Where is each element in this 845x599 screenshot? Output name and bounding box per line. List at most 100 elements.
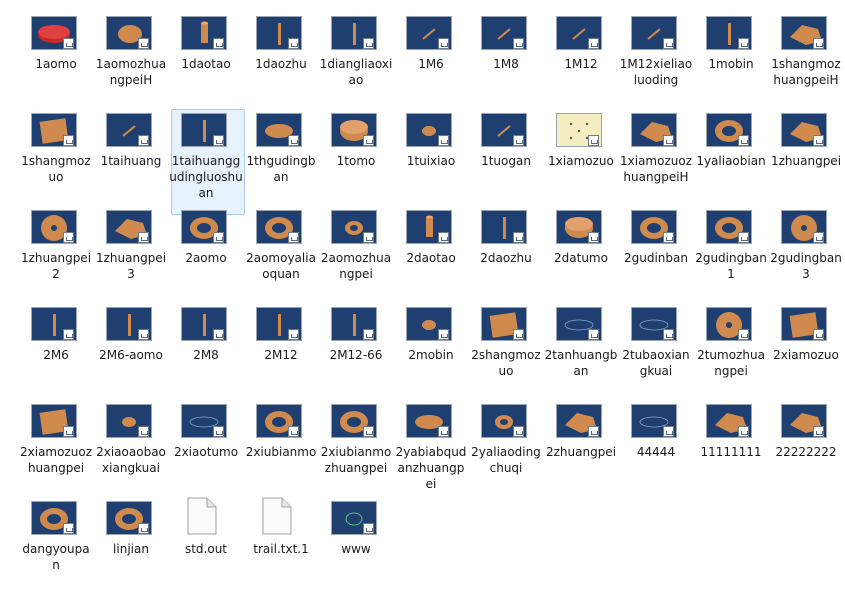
file-type-badge-icon: [663, 232, 674, 243]
file-item[interactable]: 2tumozhuangpei: [697, 305, 772, 405]
file-item[interactable]: 2aomo: [175, 208, 247, 308]
file-item[interactable]: 1mobin: [700, 14, 772, 114]
file-item[interactable]: 1M12xieliaoluoding: [620, 14, 697, 114]
file-type-badge-icon: [663, 135, 674, 146]
file-item[interactable]: 2M6-aomo: [99, 305, 172, 405]
file-type-badge-icon: [213, 329, 224, 340]
file-item[interactable]: 1shangmozhuangpeiH: [771, 14, 845, 114]
file-item[interactable]: 44444: [625, 402, 697, 502]
file-item[interactable]: 2xiubianmozhuangpei: [321, 402, 397, 502]
file-item[interactable]: 1tomo: [325, 111, 397, 211]
file-item[interactable]: 1M8: [475, 14, 547, 114]
file-name: 1zhuangpei2: [20, 251, 92, 281]
file-item[interactable]: 2daotao: [400, 208, 472, 308]
file-type-badge-icon: [738, 135, 749, 146]
file-item[interactable]: 1shangmozuo: [21, 111, 97, 211]
file-item[interactable]: 2gudingban1: [695, 208, 772, 308]
file-name: 1xiamozuo: [548, 154, 614, 168]
file-item[interactable]: 2gudinban: [624, 208, 697, 308]
file-type-badge-icon: [438, 426, 449, 437]
file-name: 2xiubianmozhuangpei: [320, 445, 392, 475]
file-type-badge-icon: [588, 426, 599, 437]
file-item[interactable]: 1M12: [550, 14, 622, 114]
file-item[interactable]: 1yaliaobian: [696, 111, 772, 211]
file-item[interactable]: 2gudingban3: [770, 208, 845, 308]
file-type-badge-icon: [513, 426, 524, 437]
file-name: 2datumo: [554, 251, 608, 265]
file-name: 1xiamozuozhuangpeiH: [620, 154, 692, 184]
file-item[interactable]: 2tubaoxiangkuai: [622, 305, 697, 405]
file-item[interactable]: 1tuixiao: [400, 111, 472, 211]
file-item[interactable]: 2tanhuangban: [545, 305, 622, 405]
file-item[interactable]: dangyoupan: [22, 499, 97, 599]
file-item[interactable]: 1xiamozuozhuangpeiH: [620, 111, 697, 211]
file-type-badge-icon: [213, 135, 224, 146]
file-item[interactable]: www: [325, 499, 397, 599]
file-item[interactable]: 1zhuangpei2: [21, 208, 97, 308]
file-item[interactable]: 1zhuangpei3: [96, 208, 172, 308]
file-item[interactable]: 1daozhu: [250, 14, 322, 114]
file-name: 2xiaoaobaoxiangkuai: [96, 445, 166, 475]
file-item[interactable]: 2xiamozuozhuangpei: [20, 402, 97, 502]
file-type-badge-icon: [738, 232, 749, 243]
file-item[interactable]: 1zhuangpei: [771, 111, 845, 211]
text-file-icon: [187, 497, 217, 535]
file-name: 2daotao: [406, 251, 456, 265]
file-item[interactable]: 1taihuang: [100, 111, 172, 211]
file-item[interactable]: 11111111: [700, 402, 772, 502]
file-type-badge-icon: [738, 38, 749, 49]
file-name: 2xiubianmo: [245, 445, 317, 459]
file-type-badge-icon: [513, 38, 524, 49]
file-type-badge-icon: [363, 135, 374, 146]
file-item[interactable]: 2aomozhuangpei: [321, 208, 397, 308]
file-name: 1zhuangpei3: [95, 251, 167, 281]
file-item[interactable]: 2zhuangpei: [546, 402, 622, 502]
file-item[interactable]: 2yaliaodingchuqi: [471, 402, 547, 502]
file-type-badge-icon: [63, 38, 74, 49]
file-item[interactable]: linjian: [100, 499, 172, 599]
file-item[interactable]: 1aomo: [25, 14, 97, 114]
file-item[interactable]: 2yabiabqudanzhuangpei: [396, 402, 472, 502]
file-item[interactable]: 22222222: [775, 402, 845, 502]
file-item[interactable]: 2mobin: [400, 305, 472, 405]
file-name: 1aomozhuangpeiH: [95, 57, 167, 87]
file-item[interactable]: 2xiamozuo: [773, 305, 845, 405]
file-name: 2tumozhuangpei: [697, 348, 765, 378]
file-item[interactable]: 1xiamozuo: [548, 111, 622, 211]
file-type-badge-icon: [738, 329, 749, 340]
file-item[interactable]: 1M6: [400, 14, 472, 114]
file-item[interactable]: 2xiaoaobaoxiangkuai: [96, 402, 172, 502]
file-item[interactable]: 1aomozhuangpeiH: [96, 14, 172, 114]
file-item[interactable]: std.out: [175, 497, 247, 599]
file-name: 1diangliaoxiao: [319, 57, 393, 87]
file-name: 2gudingban1: [695, 251, 767, 281]
file-type-badge-icon: [363, 232, 374, 243]
file-item[interactable]: 2xiaotumo: [174, 402, 247, 502]
file-type-badge-icon: [588, 135, 599, 146]
file-item[interactable]: 1thgudingban: [247, 111, 322, 211]
file-item[interactable]: 2xiubianmo: [246, 402, 322, 502]
file-type-badge-icon: [813, 232, 824, 243]
file-name: 1M8: [493, 57, 519, 71]
file-item[interactable]: 2M12: [250, 305, 322, 405]
file-item[interactable]: 2M12-66: [325, 305, 397, 405]
file-type-badge-icon: [288, 135, 299, 146]
file-type-badge-icon: [588, 38, 599, 49]
file-item[interactable]: 2M6: [25, 305, 97, 405]
file-type-badge-icon: [138, 329, 149, 340]
file-item[interactable]: 2datumo: [550, 208, 622, 308]
file-type-badge-icon: [288, 38, 299, 49]
file-item[interactable]: 1tuogan: [475, 111, 547, 211]
file-name: 1taihuanggudingluoshuan: [169, 154, 243, 200]
file-item[interactable]: 2M8: [175, 305, 247, 405]
file-item[interactable]: 2daozhu: [475, 208, 547, 308]
file-item[interactable]: trail.txt.1: [250, 497, 322, 599]
file-item[interactable]: 2aomoyaliaoquan: [246, 208, 322, 308]
file-item[interactable]: 1daotao: [175, 14, 247, 114]
file-item[interactable]: 2shangmozuo: [471, 305, 547, 405]
file-name: 1daozhu: [255, 57, 307, 71]
file-item[interactable]: 1taihuanggudingluoshuan: [169, 109, 247, 215]
file-item[interactable]: 1diangliaoxiao: [320, 14, 397, 114]
file-name: 22222222: [775, 445, 837, 459]
file-type-badge-icon: [513, 135, 524, 146]
